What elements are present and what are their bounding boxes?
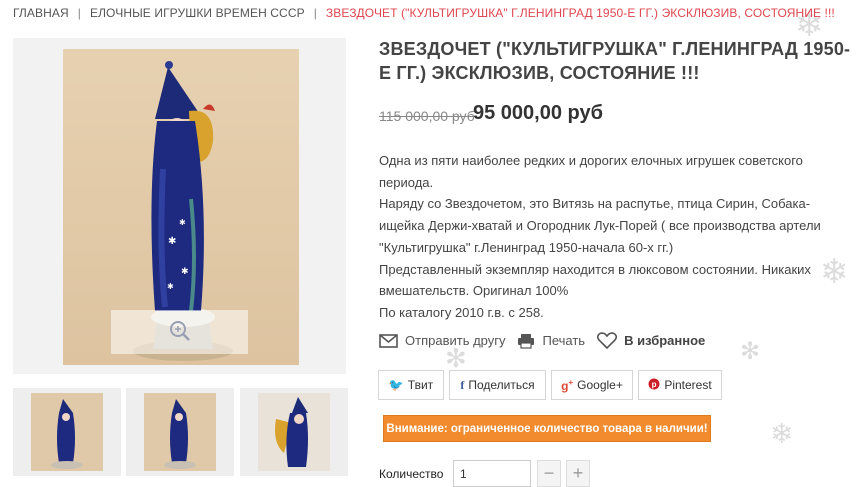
old-price: 115 000,00 руб	[379, 108, 475, 124]
main-product-image[interactable]: ✱ ✱ ✱ ✱	[13, 38, 346, 374]
product-title: ЗВЕЗДОЧЕТ ("КУЛЬТИГРУШКА" Г.ЛЕНИНГРАД 19…	[379, 39, 851, 83]
print-link[interactable]: Печать	[517, 333, 585, 349]
quantity-increase-button[interactable]: +	[566, 460, 590, 487]
share-buttons: 🐦 Твит f Поделиться g+ Google+ p Pintere…	[378, 370, 727, 400]
breadcrumb-home-link[interactable]: ГЛАВНАЯ	[13, 6, 69, 20]
google-plus-share-button[interactable]: g+ Google+	[551, 370, 633, 400]
thumbnail-3[interactable]	[240, 388, 348, 476]
print-label: Печать	[542, 333, 586, 348]
thumbnail-photo	[258, 393, 330, 471]
breadcrumb-current: ЗВЕЗДОЧЕТ ("КУЛЬТИГРУШКА" Г.ЛЕНИНГРАД 19…	[325, 6, 835, 20]
description-paragraph: Одна из пяти наиболее редких и дорогих е…	[379, 153, 803, 190]
breadcrumb-separator: |	[77, 6, 81, 20]
breadcrumb-category-link[interactable]: ЕЛОЧНЫЕ ИГРУШКИ ВРЕМЕН СССР	[90, 6, 305, 20]
snowflake-icon: ✻	[740, 338, 761, 365]
product-description: Одна из пяти наиболее редких и дорогих е…	[379, 150, 849, 324]
twitter-icon: 🐦	[388, 378, 404, 392]
pinterest-icon: p	[648, 378, 660, 393]
current-price: 95 000,00 руб	[473, 102, 603, 124]
svg-text:✱: ✱	[167, 282, 174, 291]
thumbnail-strip	[13, 388, 348, 476]
quantity-decrease-button[interactable]: −	[537, 460, 561, 487]
printer-icon	[518, 333, 535, 349]
description-paragraph: По каталогу 2010 г.в. с 258.	[379, 304, 544, 320]
svg-text:✱: ✱	[181, 266, 189, 276]
send-to-friend-link[interactable]: Отправить другу	[379, 333, 505, 348]
thumbnail-2[interactable]	[126, 388, 234, 476]
description-paragraph: Наряду со Звездочетом, это Витязь на рас…	[379, 196, 821, 255]
add-to-favorites-link[interactable]: В избранное	[597, 332, 705, 349]
google-plus-share-label: Google+	[577, 378, 623, 392]
send-to-friend-label: Отправить другу	[405, 333, 506, 348]
heart-icon	[597, 332, 618, 349]
thumbnail-photo	[31, 393, 103, 471]
pinterest-share-label: Pinterest	[664, 378, 712, 392]
twitter-share-label: Твит	[407, 378, 434, 392]
facebook-share-label: Поделиться	[468, 378, 535, 392]
facebook-share-button[interactable]: f Поделиться	[449, 370, 546, 400]
quantity-input[interactable]	[453, 460, 531, 487]
google-plus-icon: g+	[561, 377, 574, 393]
svg-text:✱: ✱	[168, 236, 176, 247]
quantity-label: Количество	[379, 467, 444, 481]
thumbnail-photo	[144, 393, 216, 471]
svg-text:p: p	[652, 380, 657, 389]
snowflake-icon: ❄	[770, 418, 794, 449]
product-actions: Отправить другу Печать В избранное	[379, 332, 717, 349]
svg-text:✱: ✱	[179, 218, 186, 227]
breadcrumb-separator: |	[313, 6, 317, 20]
thumbnail-1[interactable]	[13, 388, 121, 476]
favorites-label: В избранное	[624, 333, 706, 348]
twitter-share-button[interactable]: 🐦 Твит	[378, 370, 444, 400]
pinterest-share-button[interactable]: p Pinterest	[638, 370, 722, 400]
zoom-overlay[interactable]	[111, 310, 248, 354]
zoom-icon	[170, 321, 190, 341]
limited-stock-warning: Внимание: ограниченное количество товара…	[383, 415, 711, 442]
facebook-icon: f	[460, 377, 465, 392]
envelope-icon	[379, 333, 398, 348]
breadcrumb: ГЛАВНАЯ | ЕЛОЧНЫЕ ИГРУШКИ ВРЕМЕН СССР | ЗВЕЗ…	[13, 6, 835, 20]
description-paragraph: Представленный экземпляр находится в люк…	[379, 261, 811, 299]
